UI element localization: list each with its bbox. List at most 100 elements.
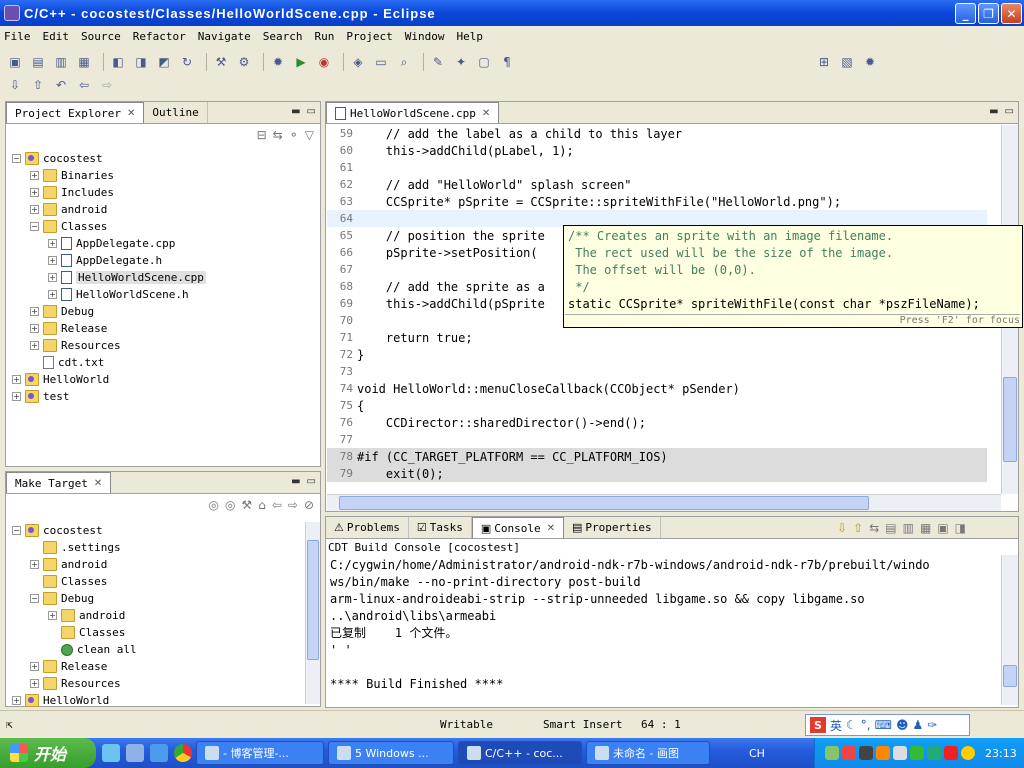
tab-tasks[interactable]: ☑ Tasks: [409, 517, 472, 538]
tree-item[interactable]: + HelloWorld: [12, 692, 137, 709]
filter-icon[interactable]: ⚬: [289, 128, 299, 142]
search-icon[interactable]: ⌕: [395, 53, 413, 71]
open-folder-icon[interactable]: ▭: [372, 53, 390, 71]
toggle-mark-icon[interactable]: ✦: [452, 53, 470, 71]
tree-item[interactable]: + AppDelegate.cpp: [12, 235, 206, 252]
tab-make-target[interactable]: Make Target ✕: [6, 472, 112, 493]
tree-item[interactable]: + HelloWorldScene.cpp: [12, 269, 206, 286]
maximize-view-icon[interactable]: ▭: [1005, 106, 1014, 117]
tray-app-icon[interactable]: [944, 746, 958, 760]
link-icon[interactable]: ⇆: [869, 521, 879, 535]
menu-item-edit[interactable]: Edit: [43, 30, 70, 43]
expand-icon[interactable]: +: [48, 239, 57, 248]
previous-error-icon[interactable]: ⇧: [853, 521, 863, 535]
minimize-view-icon[interactable]: ▬: [291, 106, 300, 117]
open-perspective-icon[interactable]: ⊞: [815, 53, 833, 71]
tree-item[interactable]: + Includes: [12, 184, 206, 201]
expand-icon[interactable]: +: [30, 171, 39, 180]
minimize-view-icon[interactable]: ▬: [291, 476, 300, 487]
menu-item-window[interactable]: Window: [405, 30, 445, 43]
block-selection-icon[interactable]: ▢: [475, 53, 493, 71]
network-icon[interactable]: [825, 746, 839, 760]
tab-outline[interactable]: Outline: [144, 102, 208, 123]
maximize-view-icon[interactable]: ▭: [307, 106, 316, 117]
last-edit-icon[interactable]: ↶: [52, 76, 70, 94]
tools-wrench-icon[interactable]: ✑: [927, 718, 937, 732]
expand-icon[interactable]: +: [12, 696, 21, 705]
expand-icon[interactable]: +: [30, 341, 39, 350]
tree-item[interactable]: + Resources: [12, 337, 206, 354]
run-icon[interactable]: ▶: [292, 53, 310, 71]
minimize-view-icon[interactable]: ▬: [989, 106, 998, 117]
tray-app-icon[interactable]: [893, 746, 907, 760]
home-icon[interactable]: ⌂: [258, 498, 266, 512]
make-target-scrollbar[interactable]: [305, 522, 320, 704]
menu-item-run[interactable]: Run: [314, 30, 334, 43]
new-project-icon[interactable]: ◧: [109, 53, 127, 71]
forward-icon[interactable]: ⇨: [288, 498, 298, 512]
tree-item[interactable]: + Debug: [12, 303, 206, 320]
tray-app-icon[interactable]: [842, 746, 856, 760]
skin-shirt-icon[interactable]: ♟: [912, 718, 923, 732]
tree-item[interactable]: Classes: [12, 573, 137, 590]
chrome-icon[interactable]: [174, 744, 192, 762]
menu-item-search[interactable]: Search: [263, 30, 303, 43]
tree-item[interactable]: + Release: [12, 658, 137, 675]
new-icon[interactable]: ▣: [6, 53, 24, 71]
fast-view-icon[interactable]: ⇱: [6, 718, 13, 731]
scrollbar-thumb[interactable]: [1003, 665, 1017, 687]
tree-item[interactable]: + android: [12, 607, 137, 624]
open-type-icon[interactable]: ◈: [349, 53, 367, 71]
tree-item[interactable]: − cocostest: [12, 522, 137, 539]
show-desktop-icon[interactable]: [102, 744, 120, 762]
highlight-pen-icon[interactable]: ✎: [429, 53, 447, 71]
close-button[interactable]: ✕: [1001, 3, 1022, 24]
print-icon[interactable]: ▦: [75, 53, 93, 71]
menu-item-project[interactable]: Project: [346, 30, 392, 43]
tab-problems[interactable]: ⚠ Problems: [326, 517, 409, 538]
save-all-icon[interactable]: ▥: [52, 53, 70, 71]
show-whitespace-icon[interactable]: ¶: [498, 53, 516, 71]
expand-icon[interactable]: +: [30, 662, 39, 671]
expand-icon[interactable]: +: [12, 392, 21, 401]
expand-icon[interactable]: +: [48, 290, 57, 299]
keyboard-icon[interactable]: ⌨: [875, 718, 892, 732]
tree-item[interactable]: + Binaries: [12, 167, 206, 184]
clear-console-icon[interactable]: ▤: [885, 521, 896, 535]
editor-horizontal-scrollbar[interactable]: [327, 494, 1001, 511]
forward-icon[interactable]: ⇨: [98, 76, 116, 94]
new-class-icon[interactable]: ◩: [155, 53, 173, 71]
collapse-icon[interactable]: −: [12, 154, 21, 163]
tree-item[interactable]: − cocostest: [12, 150, 206, 167]
menu-item-navigate[interactable]: Navigate: [198, 30, 251, 43]
close-icon[interactable]: ✕: [94, 478, 102, 489]
expand-icon[interactable]: +: [30, 205, 39, 214]
refresh-icon[interactable]: ↻: [178, 53, 196, 71]
scrollbar-thumb[interactable]: [339, 496, 869, 510]
tree-item[interactable]: + Resources: [12, 675, 137, 692]
internet-explorer-icon[interactable]: [150, 744, 168, 762]
tab-properties[interactable]: ▤ Properties: [564, 517, 661, 538]
tab-project-explorer[interactable]: Project Explorer ✕: [6, 102, 145, 123]
next-error-icon[interactable]: ⇩: [837, 521, 847, 535]
next-annotation-icon[interactable]: ⇩: [6, 76, 24, 94]
external-tools-icon[interactable]: ◉: [315, 53, 333, 71]
tray-app-icon[interactable]: [859, 746, 873, 760]
start-button[interactable]: 开始: [0, 738, 96, 768]
tree-item[interactable]: cdt.txt: [12, 354, 206, 371]
browser-icon[interactable]: [126, 744, 144, 762]
collapse-icon[interactable]: −: [12, 526, 21, 535]
pin-console-icon[interactable]: ▦: [920, 521, 931, 535]
expand-icon[interactable]: +: [30, 188, 39, 197]
expand-icon[interactable]: +: [48, 611, 57, 620]
shield-icon[interactable]: [927, 746, 941, 760]
expand-icon[interactable]: +: [12, 375, 21, 384]
half-width-moon-icon[interactable]: ☾: [846, 718, 857, 732]
tree-item[interactable]: clean all: [12, 641, 137, 658]
collapse-all-icon[interactable]: ⊟: [257, 128, 267, 142]
menu-item-file[interactable]: File: [4, 30, 31, 43]
hover-documentation-popup[interactable]: /** Creates an sprite with an image file…: [563, 225, 1023, 328]
save-icon[interactable]: ▤: [29, 53, 47, 71]
expand-icon[interactable]: +: [48, 273, 57, 282]
restore-button[interactable]: ❐: [978, 3, 999, 24]
